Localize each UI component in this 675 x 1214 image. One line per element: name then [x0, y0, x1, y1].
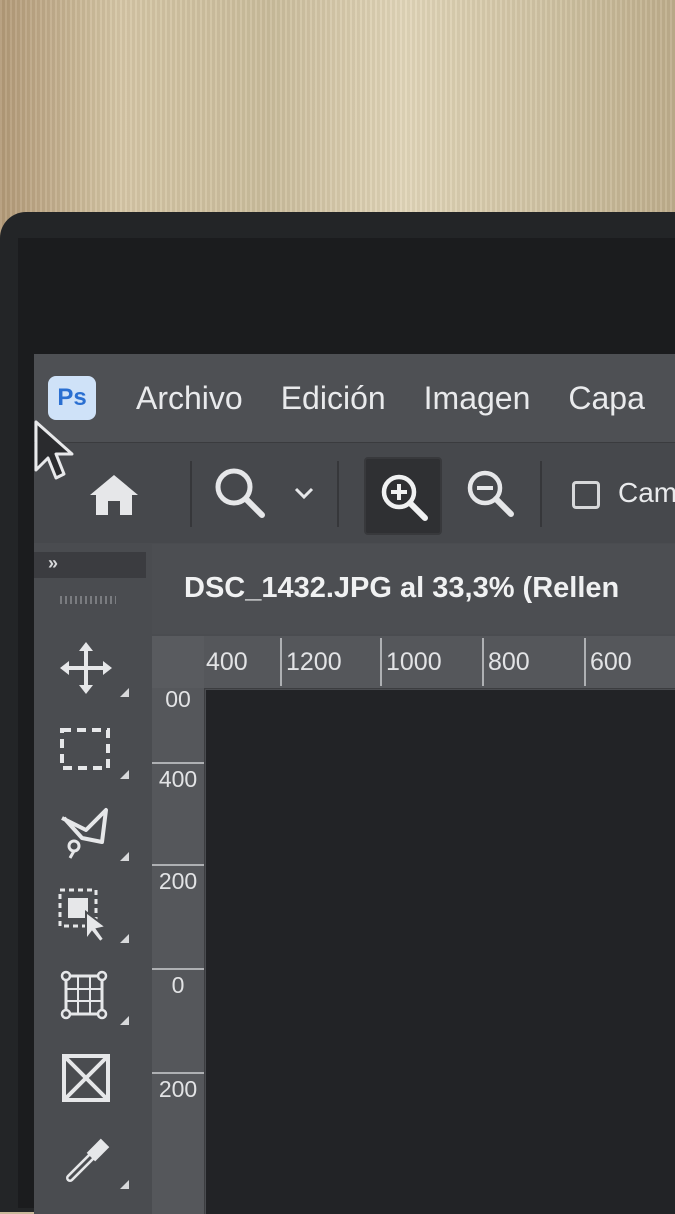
ruler-label: 400	[206, 648, 248, 676]
move-tool[interactable]	[56, 638, 116, 698]
crop-tool-icon	[60, 970, 108, 1020]
zoom-icon[interactable]	[212, 465, 268, 521]
vertical-ruler[interactable]: 00 400 200 0 200	[152, 686, 205, 1214]
document-title: DSC_1432.JPG al 33,3% (Rellen	[184, 572, 620, 604]
tool-submenu-indicator	[120, 934, 129, 943]
menu-edicion[interactable]: Edición	[281, 380, 386, 417]
photoshop-window: Ps Archivo Edición Imagen Capa Cam » DSC…	[34, 354, 675, 1214]
ruler-label: 800	[482, 638, 530, 686]
ruler-label: 600	[584, 638, 632, 686]
tool-submenu-indicator	[120, 688, 129, 697]
document-canvas[interactable]	[206, 690, 675, 1214]
options-separator	[190, 461, 192, 527]
marquee-tool[interactable]	[56, 720, 116, 780]
tool-submenu-indicator	[120, 1016, 129, 1025]
options-bar: Cam	[34, 442, 675, 543]
tool-submenu-indicator	[120, 770, 129, 779]
options-separator	[337, 461, 339, 527]
ps-logo[interactable]: Ps	[48, 376, 96, 420]
zoom-in-icon	[381, 474, 428, 521]
menu-imagen[interactable]: Imagen	[424, 380, 531, 417]
menu-bar: Ps Archivo Edición Imagen Capa	[34, 354, 675, 442]
home-icon[interactable]	[88, 473, 140, 517]
ruler-label: 0	[152, 968, 204, 999]
marquee-tool-icon	[60, 728, 110, 770]
object-selection-tool-icon	[58, 888, 109, 944]
ruler-label: 1000	[380, 638, 442, 686]
lasso-tool[interactable]	[56, 802, 116, 862]
tool-submenu-indicator	[120, 852, 129, 861]
tool-submenu-indicator	[120, 1180, 129, 1189]
options-checkbox-label: Cam	[618, 477, 675, 508]
ruler-label: 200	[152, 1072, 204, 1103]
background-wall	[0, 0, 675, 240]
ruler-label: 400	[152, 762, 204, 793]
object-selection-tool[interactable]	[56, 884, 116, 944]
frame-tool[interactable]	[56, 1048, 116, 1108]
zoom-out-icon[interactable]	[464, 467, 516, 519]
ruler-corner[interactable]	[152, 636, 204, 688]
options-separator	[540, 461, 542, 527]
chevron-down-icon[interactable]	[292, 483, 316, 503]
options-checkbox[interactable]	[572, 481, 600, 509]
ruler-label: 00	[165, 686, 191, 712]
move-tool-icon	[60, 642, 112, 694]
eyedropper-tool-icon	[66, 1138, 110, 1182]
tools-panel: »	[34, 544, 146, 1214]
document-tab[interactable]: DSC_1432.JPG al 33,3% (Rellen	[152, 544, 675, 634]
tools-grip-handle[interactable]	[60, 596, 116, 604]
crop-tool[interactable]	[56, 966, 116, 1026]
horizontal-ruler[interactable]: 400 1200 1000 800 600	[204, 636, 675, 689]
tools-collapse-label: »	[48, 553, 59, 573]
tools-collapse-button[interactable]: »	[34, 552, 146, 578]
menu-capa[interactable]: Capa	[568, 380, 645, 417]
zoom-in-button[interactable]	[364, 457, 442, 535]
menu-archivo[interactable]: Archivo	[136, 380, 243, 417]
eyedropper-tool[interactable]	[56, 1130, 116, 1190]
ruler-label: 200	[152, 864, 204, 895]
ruler-label: 1200	[280, 638, 342, 686]
frame-tool-icon	[62, 1054, 110, 1102]
mouse-cursor-icon	[34, 420, 74, 480]
lasso-tool-icon	[61, 808, 108, 859]
